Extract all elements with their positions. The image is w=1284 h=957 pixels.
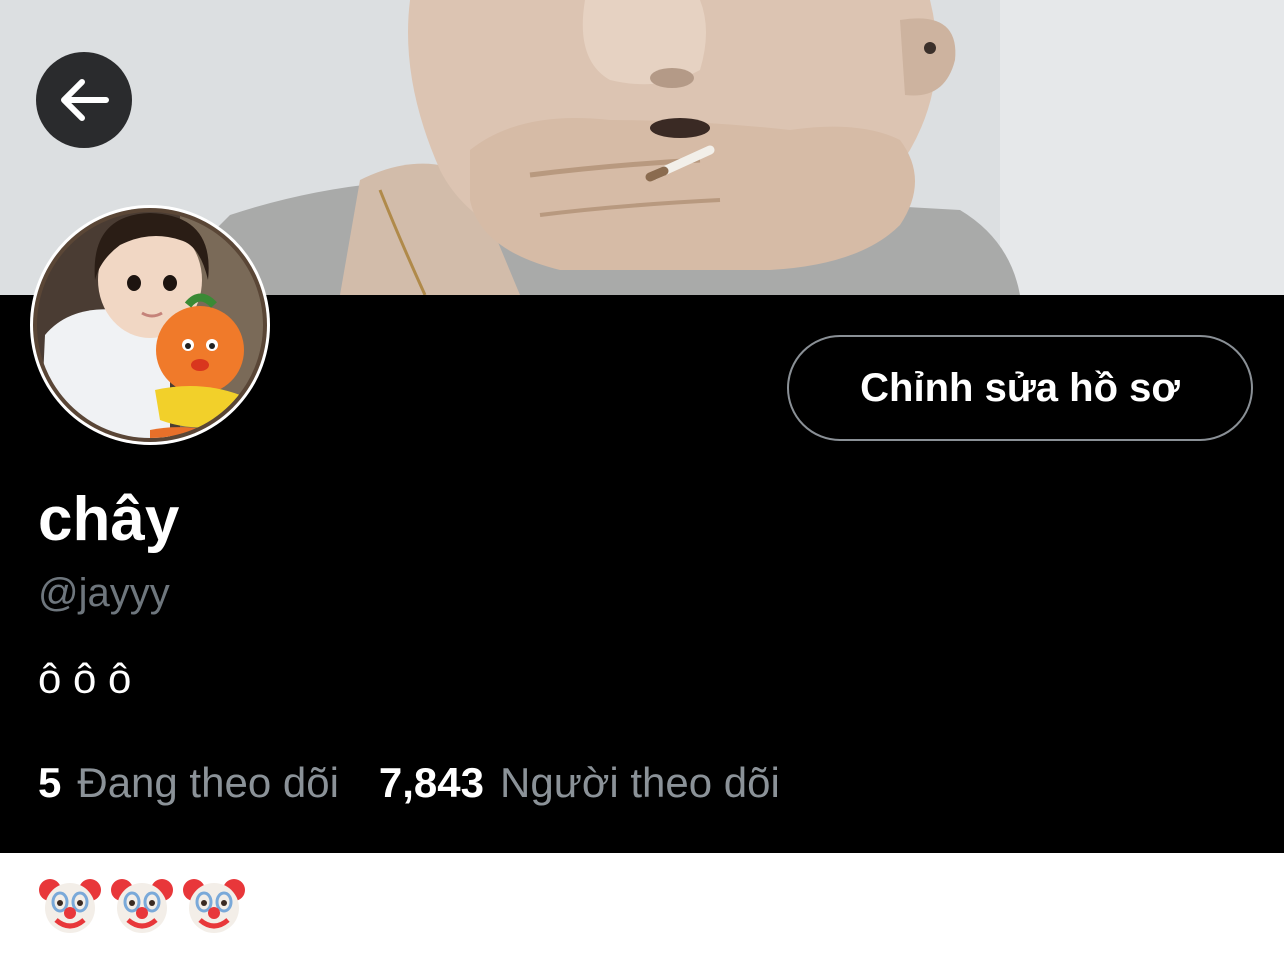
clown-face-icon: 🤡: [182, 876, 246, 938]
avatar-image: [33, 208, 267, 442]
followers-count: 7,843: [378, 759, 485, 806]
following-stat[interactable]: 5 Đang theo dõi: [38, 759, 339, 807]
followers-label: Người theo dõi: [500, 759, 780, 806]
display-name: chây: [38, 485, 180, 554]
username-handle: @jayyy: [38, 571, 170, 615]
avatar[interactable]: [30, 205, 270, 445]
profile-bio: ô ô ô: [38, 655, 132, 702]
post-caption: 🤡 🤡 🤡: [38, 876, 254, 938]
following-label: Đang theo dõi: [77, 759, 339, 806]
clown-face-icon: 🤡: [38, 876, 102, 938]
following-count: 5: [38, 759, 62, 806]
clown-face-icon: 🤡: [110, 876, 174, 938]
edit-profile-button[interactable]: Chỉnh sửa hồ sơ: [787, 335, 1253, 441]
back-button[interactable]: [36, 52, 132, 148]
arrow-left-icon: [58, 78, 110, 122]
followers-stat[interactable]: 7,843 Người theo dõi: [379, 759, 780, 807]
follow-stats: 5 Đang theo dõi 7,843 Người theo dõi: [38, 755, 780, 811]
twitter-profile-screen: Chỉnh sửa hồ sơ chây @jayyy ô ô ô 5 Đang…: [0, 0, 1284, 957]
